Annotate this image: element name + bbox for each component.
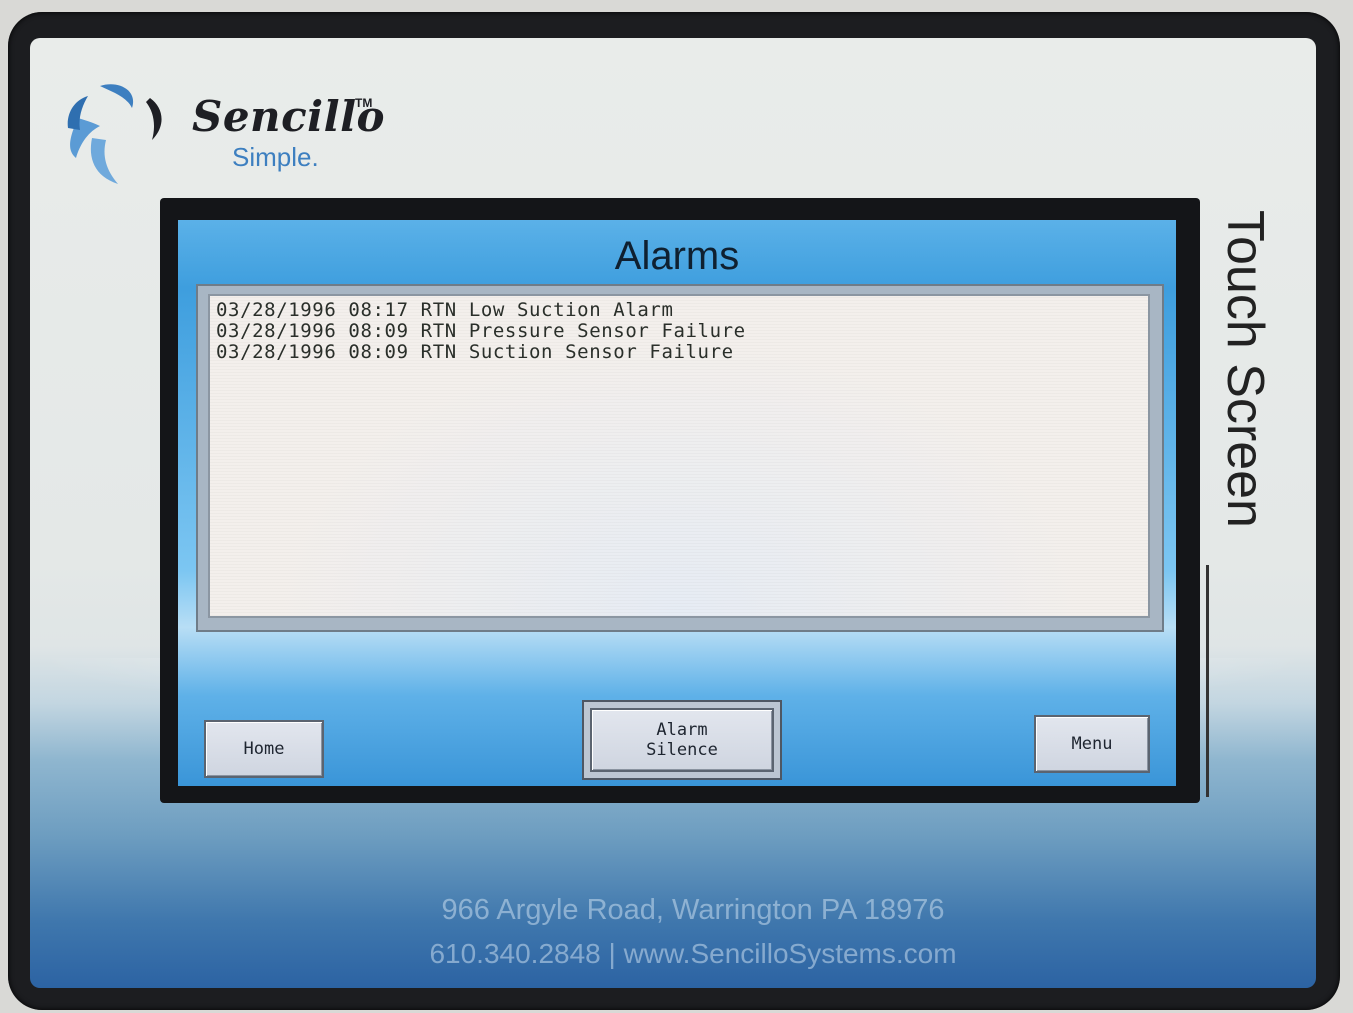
lcd-screen: Alarms 03/28/1996 08:17 RTN Low Suction … xyxy=(178,220,1176,786)
alarm-silence-label-line1: Alarm xyxy=(656,720,708,740)
alarm-list-item[interactable]: 03/28/1996 08:09 RTN Pressure Sensor Fai… xyxy=(216,321,746,342)
alarm-silence-button-frame: Alarm Silence xyxy=(582,700,782,780)
touch-screen-label: Touch Screen xyxy=(1216,210,1274,528)
side-rule-divider xyxy=(1206,565,1209,797)
brand-tagline: Simple. xyxy=(232,142,319,172)
footer-contact: 610.340.2848 | www.SencilloSystems.com xyxy=(429,938,957,969)
alarm-list-item[interactable]: 03/28/1996 08:17 RTN Low Suction Alarm xyxy=(216,300,673,321)
alarm-list[interactable]: 03/28/1996 08:17 RTN Low Suction Alarm 0… xyxy=(208,294,1150,618)
page-title: Alarms xyxy=(614,234,740,278)
alarm-panel: 03/28/1996 08:17 RTN Low Suction Alarm 0… xyxy=(196,284,1164,632)
sencillo-logo-icon xyxy=(67,84,162,184)
alarm-list-item[interactable]: 03/28/1996 08:09 RTN Suction Sensor Fail… xyxy=(216,342,734,363)
footer-address: 966 Argyle Road, Warrington PA 18976 xyxy=(441,894,945,926)
menu-button[interactable]: Menu xyxy=(1034,715,1150,773)
home-button[interactable]: Home xyxy=(204,720,324,778)
alarm-silence-button[interactable]: Alarm Silence xyxy=(590,708,774,772)
device-photo: 966 Argyle Road, Warrington PA 18976 610… xyxy=(0,0,1353,1013)
brand-trademark: TM xyxy=(355,96,373,110)
alarm-silence-label-line2: Silence xyxy=(646,740,718,760)
